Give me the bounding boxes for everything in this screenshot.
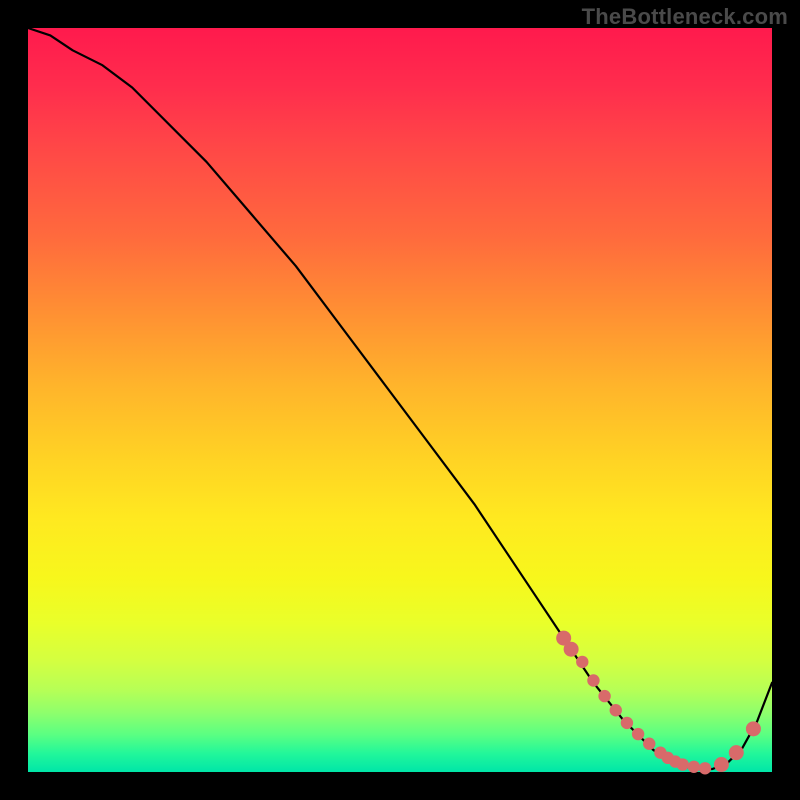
trough-dot [576,656,588,668]
trough-dot [621,717,633,729]
watermark-text: TheBottleneck.com [582,4,788,30]
trough-dot [564,642,579,657]
trough-dot [632,728,644,740]
plot-area [28,28,772,772]
trough-dot [729,745,744,760]
trough-dots-group [556,631,761,775]
trough-dot [587,674,599,686]
chart-svg [28,28,772,772]
trough-dot [699,762,711,774]
trough-dot [688,761,700,773]
bottleneck-curve [28,28,772,769]
chart-frame: TheBottleneck.com [0,0,800,800]
trough-dot [643,738,655,750]
trough-dot [598,690,610,702]
trough-dot [677,758,689,770]
trough-dot [746,721,761,736]
trough-dot [610,704,622,716]
trough-dot [714,757,729,772]
